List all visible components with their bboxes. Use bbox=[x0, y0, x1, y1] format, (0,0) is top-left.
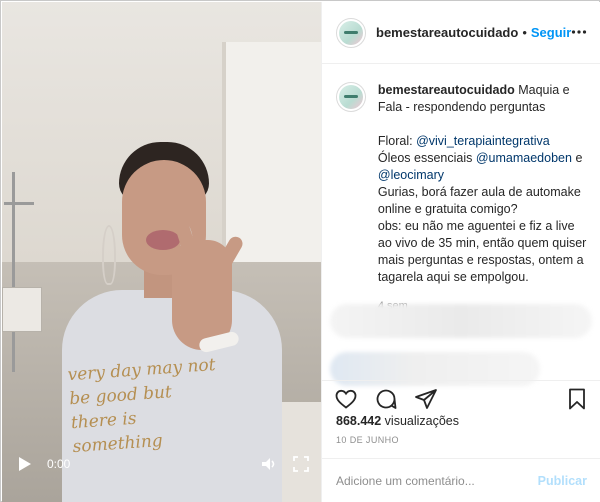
share-icon[interactable] bbox=[414, 387, 438, 411]
post-header: bemestareautocuidado • Seguir bbox=[322, 2, 600, 64]
earring-left bbox=[102, 225, 116, 285]
avatar[interactable] bbox=[336, 17, 366, 48]
caption-avatar[interactable] bbox=[336, 82, 366, 112]
floral-label: Floral: bbox=[377, 134, 413, 148]
separator-dot: • bbox=[522, 25, 527, 40]
caption-area: bemestareautocuidado Maquia e Fala - res… bbox=[322, 64, 600, 312]
heart-icon[interactable] bbox=[334, 387, 358, 411]
medical-device bbox=[2, 287, 42, 332]
video-controls: 0:00 bbox=[3, 444, 321, 484]
caption-avatar-logo-icon bbox=[338, 85, 363, 109]
video-time: 0:00 bbox=[47, 457, 71, 471]
avatar-logo-icon bbox=[339, 20, 363, 45]
iv-hook bbox=[4, 202, 34, 205]
views-count[interactable]: 868.442 visualizações bbox=[336, 414, 459, 428]
post-details-pane: bemestareautocuidado • Seguir bemestarea… bbox=[321, 2, 600, 502]
video-player[interactable]: very day may not be good but there is so… bbox=[2, 2, 321, 502]
caption-first-line: bemestareautocuidado Maquia e Fala - res… bbox=[378, 82, 587, 116]
mouth bbox=[146, 230, 180, 250]
oleos-and: e bbox=[575, 151, 583, 165]
oleos-label: Óleos essenciais bbox=[377, 151, 473, 165]
caption-oleos: Óleos essenciais @umamaedoben e @leocima… bbox=[378, 150, 587, 184]
video-controls-right bbox=[260, 455, 310, 473]
post-modal: very day may not be good but there is so… bbox=[0, 0, 600, 502]
comment-bar: Publicar bbox=[322, 458, 600, 502]
header-username[interactable]: bemestareautocuidado bbox=[376, 25, 518, 40]
action-bar bbox=[322, 380, 600, 416]
follow-button[interactable]: Seguir bbox=[531, 25, 571, 40]
volume-icon[interactable] bbox=[260, 455, 278, 473]
views-label: visualizações bbox=[384, 414, 460, 428]
bookmark-icon[interactable] bbox=[565, 387, 589, 411]
views-number: 868.442 bbox=[336, 414, 382, 428]
more-options-icon[interactable] bbox=[571, 24, 587, 40]
oleos-handle-link-1[interactable]: @umamaedoben bbox=[476, 151, 572, 165]
oleos-handle-link-2[interactable]: @leocimary bbox=[378, 168, 444, 182]
caption-floral: Floral: @vivi_terapiaintegrativa bbox=[378, 133, 587, 150]
play-icon[interactable] bbox=[15, 455, 33, 473]
caption-obs: obs: eu não me aguentei e fiz a live ao … bbox=[377, 219, 587, 284]
blurred-comment-1 bbox=[330, 304, 592, 338]
post-date[interactable]: 10 DE JUNHO bbox=[336, 435, 399, 445]
caption-invite: Gurias, borá fazer aula de automake onli… bbox=[377, 185, 581, 216]
fullscreen-icon[interactable] bbox=[292, 455, 310, 473]
caption-row: bemestareautocuidado Maquia e Fala - res… bbox=[336, 82, 587, 315]
caption-username[interactable]: bemestareautocuidado bbox=[378, 83, 515, 97]
caption-text: bemestareautocuidado Maquia e Fala - res… bbox=[378, 82, 587, 315]
publish-button[interactable]: Publicar bbox=[538, 474, 587, 488]
comment-input[interactable] bbox=[336, 473, 538, 488]
floral-handle-link[interactable]: @vivi_terapiaintegrativa bbox=[416, 134, 550, 148]
comment-icon[interactable] bbox=[374, 387, 398, 411]
